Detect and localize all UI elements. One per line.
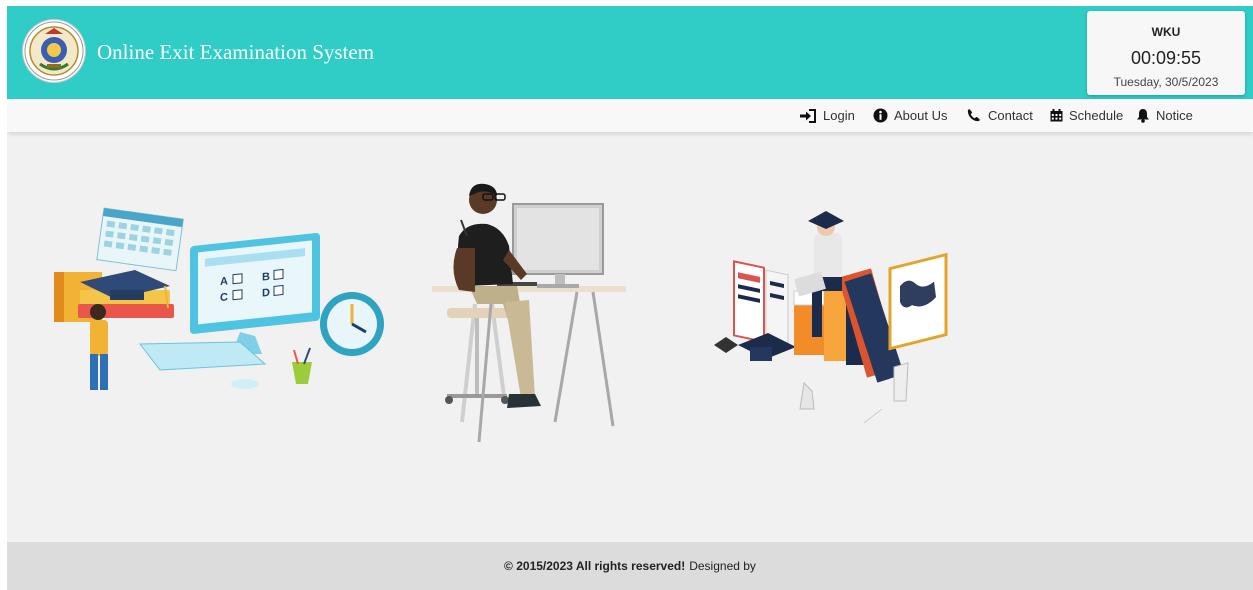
sign-in-icon	[800, 108, 816, 123]
clock-date: Tuesday, 30/5/2023	[1113, 75, 1219, 89]
clock-brand: WKU	[1151, 25, 1181, 39]
nav-about-us-label: About Us	[894, 108, 948, 123]
footer-designed-by: Designed by	[689, 559, 756, 573]
student-at-desk-illustration	[432, 183, 626, 443]
nav-bar: Login About Us Contact Schedule Notice	[7, 99, 1253, 132]
nav-contact[interactable]: Contact	[965, 99, 1033, 132]
phone-icon	[967, 109, 980, 122]
nav-login-label: Login	[823, 108, 855, 123]
online-exam-computer-illustration: A B C D	[54, 207, 384, 390]
header-bar: Online Exit Examination System WKU 00:09…	[7, 6, 1253, 99]
university-seal-icon[interactable]	[23, 20, 85, 82]
graduate-books-illustration	[714, 211, 948, 424]
nav-schedule-label: Schedule	[1069, 108, 1124, 123]
svg-text:D: D	[262, 287, 270, 300]
footer-text: © 2015/2023 All rights reserved! Designe…	[7, 542, 1253, 590]
footer: © 2015/2023 All rights reserved! Designe…	[7, 542, 1253, 590]
nav-notice-label: Notice	[1156, 108, 1193, 123]
nav-contact-label: Contact	[988, 108, 1033, 123]
clock-time: 00:09:55	[1130, 48, 1202, 68]
nav-about-us[interactable]: About Us	[873, 99, 947, 132]
nav-login[interactable]: Login	[799, 99, 855, 132]
calendar-icon	[1050, 109, 1063, 122]
nav-notice[interactable]: Notice	[1136, 99, 1193, 132]
site-title: Online Exit Examination System	[97, 40, 375, 64]
info-circle-icon	[873, 108, 888, 123]
footer-copyright: © 2015/2023 All rights reserved!	[504, 559, 686, 573]
clock-widget: WKU 00:09:55 Tuesday, 30/5/2023	[1087, 11, 1245, 95]
nav-schedule[interactable]: Schedule	[1050, 99, 1123, 132]
svg-text:C: C	[220, 291, 228, 304]
page: Online Exit Examination System WKU 00:09…	[7, 6, 1253, 590]
svg-text:A: A	[220, 275, 228, 288]
bell-icon	[1137, 109, 1149, 123]
svg-text:B: B	[262, 271, 270, 284]
